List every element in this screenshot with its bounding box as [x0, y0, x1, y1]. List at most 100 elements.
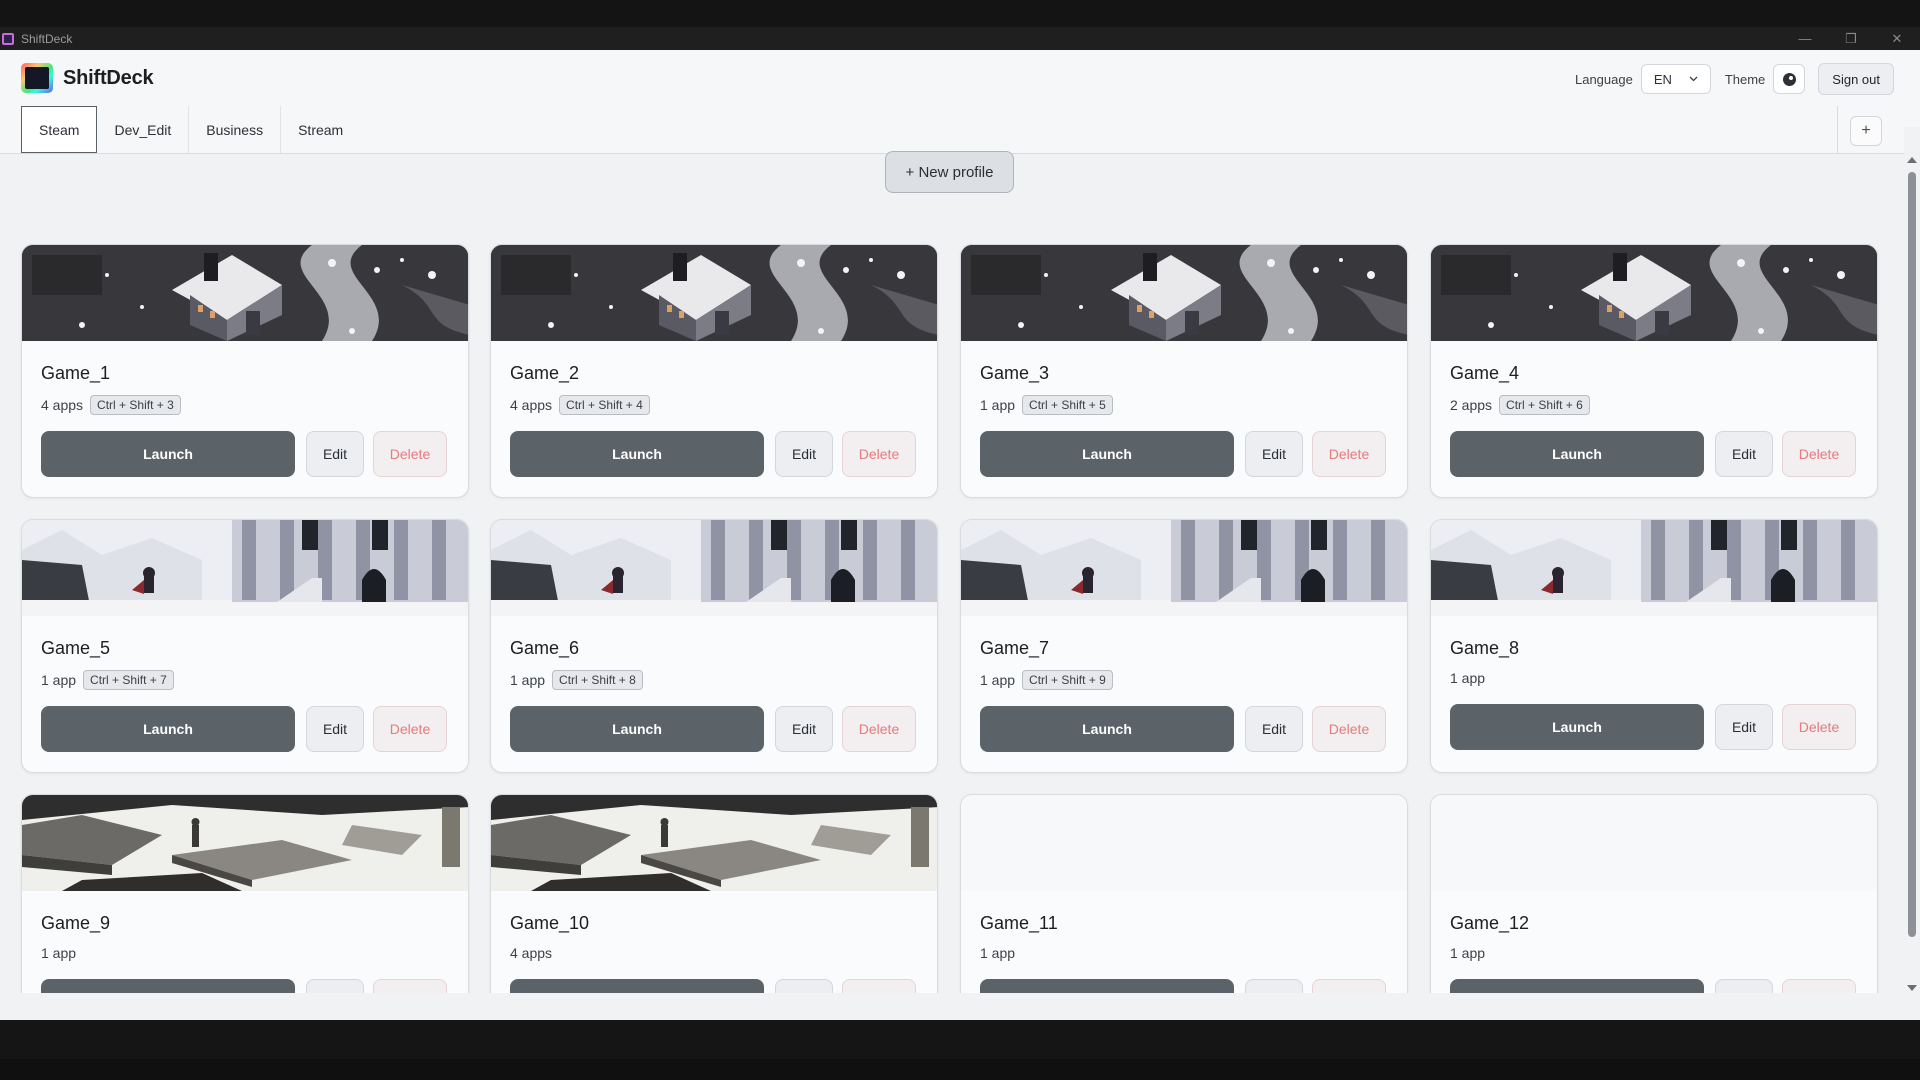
- profiles-grid: + New profile Game_1 4 apps Ctrl + Shift +…: [0, 127, 1904, 993]
- banner-art: [22, 520, 468, 616]
- profile-name: Game_4: [1450, 363, 1520, 383]
- launch-button[interactable]: Launch: [41, 979, 295, 993]
- edit-button[interactable]: Edit: [775, 431, 833, 477]
- profile-meta: 4 apps Ctrl + Shift + 4: [510, 395, 650, 415]
- app-count: 1 app: [980, 672, 1016, 688]
- profile-meta: 1 app: [980, 945, 1015, 961]
- edit-button[interactable]: Edit: [1245, 706, 1303, 752]
- banner-art: [961, 795, 1407, 891]
- profile-banner: [1431, 520, 1877, 616]
- language-select[interactable]: EN: [1640, 64, 1711, 94]
- profile-card: Game_8 1 app Launch Edit Delete: [1430, 519, 1878, 773]
- delete-button[interactable]: Delete: [1782, 979, 1856, 993]
- new-profile-button[interactable]: + New profile: [885, 151, 1014, 193]
- profile-name: Game_1: [41, 363, 111, 383]
- scroll-up-icon[interactable]: [1907, 157, 1917, 163]
- launch-button[interactable]: Launch: [1450, 979, 1704, 993]
- edit-button[interactable]: Edit: [775, 706, 833, 752]
- app-count: 1 app: [980, 945, 1016, 961]
- theme-label: Theme: [1724, 71, 1766, 87]
- profile-banner: [491, 245, 937, 341]
- edit-button[interactable]: Edit: [1245, 979, 1303, 993]
- banner-art: [22, 795, 468, 891]
- theme-button[interactable]: [1773, 64, 1806, 94]
- app-count: 1 app: [1450, 945, 1486, 961]
- delete-button[interactable]: Delete: [373, 706, 447, 752]
- language-label: Language: [1574, 71, 1633, 87]
- delete-button[interactable]: Delete: [373, 431, 447, 477]
- banner-art: [22, 245, 468, 341]
- profile-name: Game_11: [980, 913, 1058, 933]
- delete-button[interactable]: Delete: [842, 706, 916, 752]
- scrollbar[interactable]: [1904, 127, 1920, 993]
- delete-button[interactable]: Delete: [1312, 979, 1386, 993]
- launch-button[interactable]: Launch: [510, 706, 764, 752]
- delete-button[interactable]: Delete: [1782, 431, 1856, 477]
- delete-button[interactable]: Delete: [1312, 706, 1386, 752]
- banner-art: [1431, 245, 1877, 341]
- delete-button[interactable]: Delete: [1312, 431, 1386, 477]
- app-count: 1 app: [1450, 670, 1486, 686]
- hotkey-badge: Ctrl + Shift + 5: [1022, 395, 1113, 415]
- banner-art: [1431, 520, 1877, 616]
- edit-button[interactable]: Edit: [775, 979, 833, 993]
- profile-card: Game_1 4 apps Ctrl + Shift + 3 Launch Edit De…: [21, 244, 469, 498]
- profile-card: Game_5 1 app Ctrl + Shift + 7 Launch Edit Del…: [21, 519, 469, 773]
- profile-banner: [22, 245, 468, 341]
- profile-name: Game_9: [41, 913, 111, 933]
- profile-name: Game_5: [41, 638, 111, 658]
- language-value: EN: [1653, 71, 1672, 87]
- banner-art: [491, 245, 937, 341]
- launch-button[interactable]: Launch: [1450, 704, 1704, 750]
- profile-banner: [491, 795, 937, 891]
- edit-button[interactable]: Edit: [306, 979, 364, 993]
- profile-meta: 1 app: [41, 945, 76, 961]
- app-count: 1 app: [510, 672, 546, 688]
- launch-button[interactable]: Launch: [980, 706, 1234, 752]
- scroll-down-icon[interactable]: [1907, 985, 1917, 991]
- palette-icon: [1782, 72, 1796, 86]
- edit-button[interactable]: Edit: [1715, 704, 1773, 750]
- profile-name: Game_8: [1450, 638, 1520, 658]
- profile-meta: 1 app Ctrl + Shift + 9: [980, 670, 1113, 690]
- minimize-button[interactable]: —: [1782, 27, 1828, 50]
- edit-button[interactable]: Edit: [306, 706, 364, 752]
- launch-button[interactable]: Launch: [510, 979, 764, 993]
- profile-meta: 4 apps Ctrl + Shift + 3: [41, 395, 181, 415]
- launch-button[interactable]: Launch: [980, 979, 1234, 993]
- scrollbar-thumb[interactable]: [1908, 172, 1916, 937]
- edit-button[interactable]: Edit: [1715, 979, 1773, 993]
- header-controls: Language EN Theme Sign out: [1575, 63, 1894, 95]
- close-button[interactable]: ✕: [1874, 27, 1920, 50]
- screen-top-bar: [0, 0, 1920, 27]
- app-count: 2 apps: [1450, 397, 1493, 413]
- app-count: 1 app: [980, 397, 1016, 413]
- hotkey-badge: Ctrl + Shift + 7: [83, 670, 174, 690]
- launch-button[interactable]: Launch: [1450, 431, 1704, 477]
- edit-button[interactable]: Edit: [1715, 431, 1773, 477]
- sign-out-button[interactable]: Sign out: [1818, 63, 1894, 95]
- launch-button[interactable]: Launch: [41, 431, 295, 477]
- banner-art: [491, 520, 937, 616]
- app-count: 1 app: [41, 672, 77, 688]
- edit-button[interactable]: Edit: [306, 431, 364, 477]
- launch-button[interactable]: Launch: [41, 706, 295, 752]
- banner-art: [961, 245, 1407, 341]
- launch-button[interactable]: Launch: [980, 431, 1234, 477]
- profile-banner: [491, 520, 937, 616]
- profile-card: Game_12 1 app Launch Edit Delete: [1430, 794, 1878, 993]
- delete-button[interactable]: Delete: [373, 979, 447, 993]
- delete-button[interactable]: Delete: [1782, 704, 1856, 750]
- app-logo: [21, 63, 53, 93]
- chevron-down-icon: [1689, 76, 1698, 82]
- delete-button[interactable]: Delete: [842, 431, 916, 477]
- restore-button[interactable]: ❐: [1828, 27, 1874, 50]
- profile-card: Game_2 4 apps Ctrl + Shift + 4 Launch Edit De…: [490, 244, 938, 498]
- profile-meta: 2 apps Ctrl + Shift + 6: [1450, 395, 1590, 415]
- edit-button[interactable]: Edit: [1245, 431, 1303, 477]
- launch-button[interactable]: Launch: [510, 431, 764, 477]
- profile-meta: 1 app Ctrl + Shift + 7: [41, 670, 174, 690]
- profile-banner: [961, 795, 1407, 891]
- hotkey-badge: Ctrl + Shift + 8: [552, 670, 643, 690]
- delete-button[interactable]: Delete: [842, 979, 916, 993]
